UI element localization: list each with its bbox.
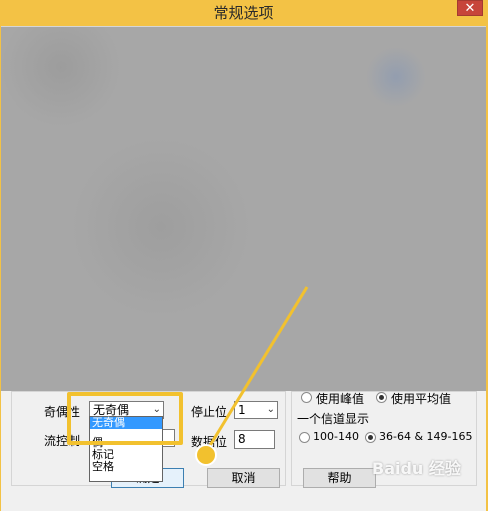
cancel-button[interactable]: 取消 xyxy=(207,468,280,488)
parity-option[interactable]: 空格 xyxy=(90,461,162,473)
title-bar: 常规选项 ✕ xyxy=(0,0,487,24)
stopbits-select-value: 1 xyxy=(238,403,246,417)
chevron-down-icon: ⌄ xyxy=(266,404,275,415)
stopbits-label: 停止位 xyxy=(191,405,228,419)
blurred-region xyxy=(1,27,486,391)
range-a-label: 100-140 xyxy=(313,430,359,443)
range-b-label: 36-64 & 149-165 xyxy=(379,430,473,443)
general-options-dialog: 常规选项 ✕ 奇偶性 无奇偶 ⌄ 停止位 1 ⌄ 流控制 去 数据位 8 使用峰… xyxy=(0,0,487,511)
channel-display-label: 一个信道显示 xyxy=(297,412,370,426)
use-average-label: 使用平均值 xyxy=(391,392,452,406)
use-peak-radio[interactable] xyxy=(301,392,312,403)
close-button[interactable]: ✕ xyxy=(457,0,483,16)
dialog-title: 常规选项 xyxy=(213,4,274,22)
stopbits-select[interactable]: 1 ⌄ xyxy=(234,401,278,419)
use-peak-label: 使用峰值 xyxy=(316,392,365,406)
databits-label: 数据位 xyxy=(191,435,228,449)
highlight-box xyxy=(67,392,183,445)
range-a-radio[interactable] xyxy=(299,432,310,443)
use-average-radio[interactable] xyxy=(376,392,387,403)
watermark: Baidu 经验 xyxy=(372,459,461,478)
databits-input[interactable]: 8 xyxy=(234,430,275,449)
range-b-radio[interactable] xyxy=(365,432,376,443)
help-button[interactable]: 帮助 xyxy=(303,468,376,488)
